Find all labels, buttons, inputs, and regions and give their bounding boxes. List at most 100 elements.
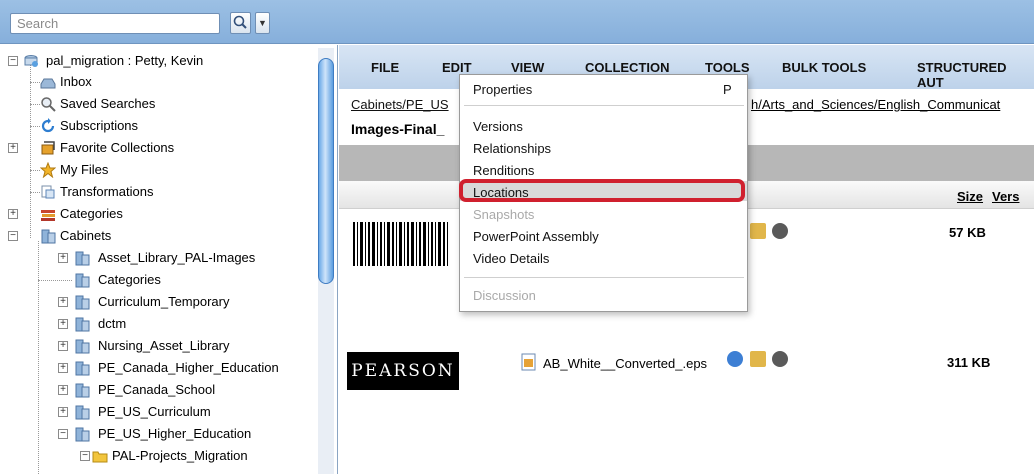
barcode-thumbnail[interactable] [347, 210, 457, 282]
tree-item-cabinet[interactable]: + PE_US_Curriculum [58, 401, 320, 423]
collapse-icon[interactable]: − [58, 429, 68, 439]
expand-icon[interactable]: + [58, 407, 68, 417]
inbox-icon [40, 78, 56, 89]
tree-item-label: Curriculum_Temporary [98, 294, 230, 309]
file-name[interactable]: AB_White__Converted_.eps [543, 356, 707, 371]
tree-item-label: dctm [98, 316, 127, 331]
cabinet-icon [75, 339, 90, 354]
tree-item-label: PE_Canada_Higher_Education [98, 360, 279, 375]
expand-icon[interactable]: + [58, 319, 68, 329]
tree-item-categories[interactable]: + Categories [8, 203, 320, 225]
play-icon[interactable] [772, 222, 789, 239]
collapse-icon[interactable]: − [8, 231, 18, 241]
row-size: 311 KB [947, 355, 991, 370]
tree-item-cabinet[interactable]: + Asset_Library_PAL-Images [58, 247, 320, 269]
cabinet-icon [75, 427, 90, 442]
expand-icon[interactable]: + [8, 209, 18, 219]
tree-item-saved-searches[interactable]: Saved Searches [30, 93, 320, 115]
highlight-annotation-box [459, 179, 745, 202]
image-file-icon [521, 353, 536, 371]
magnifier-icon [41, 97, 56, 112]
tree-item-inbox[interactable]: Inbox [30, 71, 320, 93]
tree-item-label: Asset_Library_PAL-Images [98, 250, 256, 265]
tree-item-favorite-collections[interactable]: + Favorite Collections [8, 137, 320, 159]
search-button[interactable] [230, 12, 251, 34]
favorites-icon [41, 141, 55, 155]
cabinet-icon [75, 383, 90, 398]
tree-root[interactable]: − pal_migration : Petty, Kevin [8, 50, 328, 72]
menu-file[interactable]: FILE [371, 60, 399, 75]
expand-icon[interactable]: + [58, 297, 68, 307]
folder-title: Images-Final_ [351, 121, 445, 137]
tree-item-cabinet[interactable]: − PE_US_Higher_Education [58, 423, 320, 445]
menu-item-properties[interactable]: Properties [473, 82, 532, 97]
tree-scrollbar-thumb[interactable] [318, 58, 334, 284]
search-input[interactable]: Search [10, 13, 220, 34]
column-version[interactable]: Vers [992, 189, 1019, 204]
tree-item-cabinets[interactable]: − Cabinets [8, 225, 320, 247]
menu-item-powerpoint-assembly[interactable]: PowerPoint Assembly [473, 229, 599, 244]
collapse-icon[interactable]: − [80, 451, 90, 461]
tree-item-label: PE_US_Curriculum [98, 404, 211, 419]
navigation-tree: − pal_migration : Petty, Kevin Inbox Sav… [0, 45, 338, 474]
tree-item-cabinet[interactable]: + dctm [58, 313, 320, 335]
menu-view[interactable]: VIEW [511, 60, 544, 75]
tree-item-label: Inbox [60, 74, 92, 89]
chevron-down-icon: ▼ [258, 18, 267, 28]
tree-item-my-files[interactable]: My Files [30, 159, 320, 181]
menu-structured-authoring[interactable]: STRUCTURED AUT [917, 60, 1034, 90]
search-options-dropdown[interactable]: ▼ [255, 12, 270, 34]
expand-icon[interactable]: + [58, 253, 68, 263]
expand-icon[interactable]: + [8, 143, 18, 153]
repository-icon [24, 55, 38, 67]
play-icon[interactable] [772, 350, 789, 367]
breadcrumb[interactable]: Cabinets/PE_US [351, 97, 449, 112]
pearson-thumbnail[interactable]: PEARSON [347, 352, 459, 390]
search-icon [233, 15, 247, 29]
thumbnail-icon[interactable] [749, 222, 766, 239]
menu-item-discussion: Discussion [473, 288, 536, 303]
menu-item-video-details[interactable]: Video Details [473, 251, 549, 266]
menu-item-relationships[interactable]: Relationships [473, 141, 551, 156]
tree-item-cabinet[interactable]: + Nursing_Asset_Library [58, 335, 320, 357]
collapse-icon[interactable]: − [8, 56, 18, 66]
column-size[interactable]: Size [957, 189, 983, 204]
tree-item-cabinet[interactable]: + PE_Canada_Higher_Education [58, 357, 320, 379]
menu-collection[interactable]: COLLECTION [585, 60, 670, 75]
tree-item-transformations[interactable]: Transformations [30, 181, 320, 203]
tree-item-cabinet[interactable]: Categories [38, 269, 320, 291]
tree-item-label: Nursing_Asset_Library [98, 338, 230, 353]
cabinet-icon [75, 273, 90, 288]
expand-icon[interactable]: + [58, 341, 68, 351]
thumbnail-icon[interactable] [749, 350, 766, 367]
row-actions [727, 350, 791, 368]
info-icon[interactable] [727, 350, 743, 367]
menu-bulk-tools[interactable]: BULK TOOLS [782, 60, 866, 75]
menu-item-versions[interactable]: Versions [473, 119, 523, 134]
menu-item-renditions[interactable]: Renditions [473, 163, 534, 178]
tree-item-label: Categories [60, 206, 123, 221]
books-icon [41, 210, 55, 221]
menu-tools[interactable]: TOOLS [705, 60, 750, 75]
tree-item-label: PE_US_Higher_Education [98, 426, 252, 441]
menu-edit[interactable]: EDIT [442, 60, 472, 75]
breadcrumb-left[interactable]: Cabinets/PE_US [351, 97, 449, 112]
tree-item-subscriptions[interactable]: Subscriptions [30, 115, 320, 137]
tree-item-label: Transformations [60, 184, 154, 199]
tree-item-folder[interactable]: − PAL-Projects_Migration [80, 445, 320, 467]
expand-icon[interactable]: + [58, 385, 68, 395]
folder-icon [92, 451, 108, 463]
row-size: 57 KB [949, 225, 986, 240]
tree-item-label: Categories [98, 272, 161, 287]
tree-item-label: Cabinets [60, 228, 112, 243]
tree-item-label: PE_Canada_School [98, 382, 216, 397]
tree-item-cabinet[interactable]: + Curriculum_Temporary [58, 291, 320, 313]
expand-icon[interactable]: + [58, 363, 68, 373]
menu-item-snapshots: Snapshots [473, 207, 535, 222]
breadcrumb-right[interactable]: h/Arts_and_Sciences/English_Communicat [751, 97, 1000, 112]
tree-connector [38, 241, 39, 474]
menu-shortcut: P [723, 82, 732, 97]
tree-item-label: Favorite Collections [60, 140, 175, 155]
tree-item-cabinet[interactable]: + PE_Canada_School [58, 379, 320, 401]
cabinet-icon [75, 251, 90, 266]
